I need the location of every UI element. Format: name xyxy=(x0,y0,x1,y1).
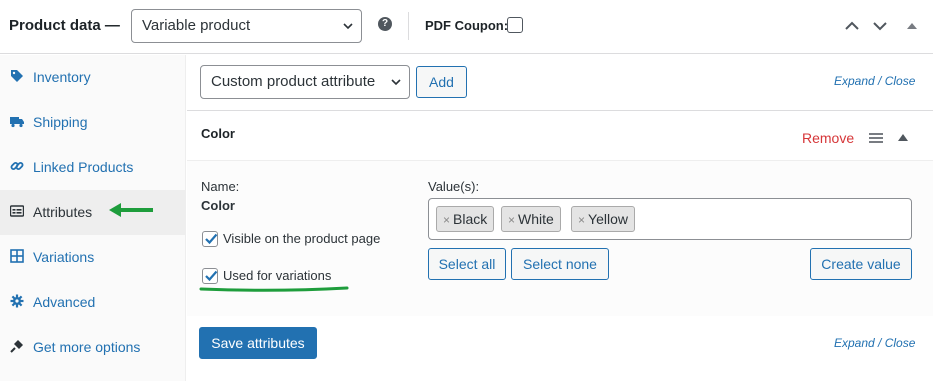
chevron-down-icon xyxy=(391,79,401,86)
values-label: Value(s): xyxy=(428,179,480,194)
help-icon[interactable]: ? xyxy=(378,17,392,31)
add-attribute-button[interactable]: Add xyxy=(416,66,467,98)
gear-icon xyxy=(10,294,24,308)
sidebar-item-label: Advanced xyxy=(33,294,96,310)
sidebar-item-advanced[interactable]: Advanced xyxy=(0,280,186,325)
used-for-variations-checkbox[interactable] xyxy=(202,268,218,284)
truck-icon xyxy=(10,117,24,128)
checkmark-icon xyxy=(205,233,218,245)
select-none-button[interactable]: Select none xyxy=(511,248,609,280)
sidebar-item-label: Linked Products xyxy=(33,159,134,175)
remove-attribute-link[interactable]: Remove xyxy=(802,130,854,146)
sidebar-item-label: Inventory xyxy=(33,69,91,85)
attribute-type-value: Custom product attribute xyxy=(211,73,376,90)
value-tag-black[interactable]: × Black xyxy=(436,206,495,232)
checkmark-icon xyxy=(205,270,218,282)
pdf-coupon-label: PDF Coupon: xyxy=(425,18,509,33)
values-input[interactable]: × Black × White × Yellow xyxy=(428,198,912,240)
product-data-title: Product data — xyxy=(9,17,120,34)
remove-tag-icon[interactable]: × xyxy=(508,213,515,227)
collapse-panel-icon[interactable] xyxy=(906,18,918,34)
header-divider xyxy=(408,12,409,40)
attribute-title: Color xyxy=(201,126,235,141)
sidebar-item-attributes[interactable]: Attributes xyxy=(0,190,186,235)
collapse-attribute-icon[interactable] xyxy=(897,132,909,142)
sidebar-item-shipping[interactable]: Shipping xyxy=(0,100,186,145)
pdf-coupon-checkbox[interactable] xyxy=(507,17,523,33)
sidebar-item-get-more-options[interactable]: Get more options xyxy=(0,325,186,370)
annotation-arrow-icon xyxy=(109,203,153,217)
move-up-icon[interactable] xyxy=(844,18,860,34)
drag-handle-icon[interactable] xyxy=(869,132,883,144)
value-tag-yellow[interactable]: × Yellow xyxy=(571,206,635,232)
attribute-type-select[interactable]: Custom product attribute xyxy=(200,65,410,99)
sidebar-item-label: Variations xyxy=(33,249,95,265)
sidebar-item-label: Attributes xyxy=(33,204,93,220)
grid-icon xyxy=(10,249,24,263)
product-type-select[interactable]: Variable product xyxy=(131,9,362,43)
tag-icon xyxy=(11,70,23,82)
product-type-value: Variable product xyxy=(142,17,251,34)
sidebar-item-inventory[interactable]: Inventory xyxy=(0,55,186,100)
expand-close-link[interactable]: Expand / Close xyxy=(834,336,915,350)
sidebar-item-variations[interactable]: Variations xyxy=(0,235,186,280)
visible-on-product-page-label: Visible on the product page xyxy=(223,231,381,246)
attribute-panel-header[interactable]: Color Remove xyxy=(187,111,933,161)
link-icon xyxy=(10,162,24,170)
sidebar-item-label: Get more options xyxy=(33,339,141,355)
move-down-icon[interactable] xyxy=(872,18,888,34)
list-icon xyxy=(10,205,24,217)
value-tag-white[interactable]: × White xyxy=(501,206,561,232)
plug-icon xyxy=(10,340,23,353)
used-for-variations-label: Used for variations xyxy=(223,268,332,283)
annotation-underline xyxy=(199,286,349,292)
name-value: Color xyxy=(201,198,235,213)
expand-close-link[interactable]: Expand / Close xyxy=(834,74,915,88)
remove-tag-icon[interactable]: × xyxy=(443,213,450,227)
sidebar-item-label: Shipping xyxy=(33,114,88,130)
save-attributes-button[interactable]: Save attributes xyxy=(199,327,317,359)
visible-on-product-page-checkbox[interactable] xyxy=(202,231,218,247)
select-all-button[interactable]: Select all xyxy=(428,248,506,280)
sidebar-item-linked-products[interactable]: Linked Products xyxy=(0,145,186,190)
product-data-header: Product data — Variable product ? PDF Co… xyxy=(0,0,933,54)
create-value-button[interactable]: Create value xyxy=(810,248,912,280)
name-label: Name: xyxy=(201,179,240,194)
remove-tag-icon[interactable]: × xyxy=(578,213,585,227)
product-data-tabs: Inventory Shipping Linked Products Attri… xyxy=(0,55,186,381)
chevron-down-icon xyxy=(343,23,353,30)
